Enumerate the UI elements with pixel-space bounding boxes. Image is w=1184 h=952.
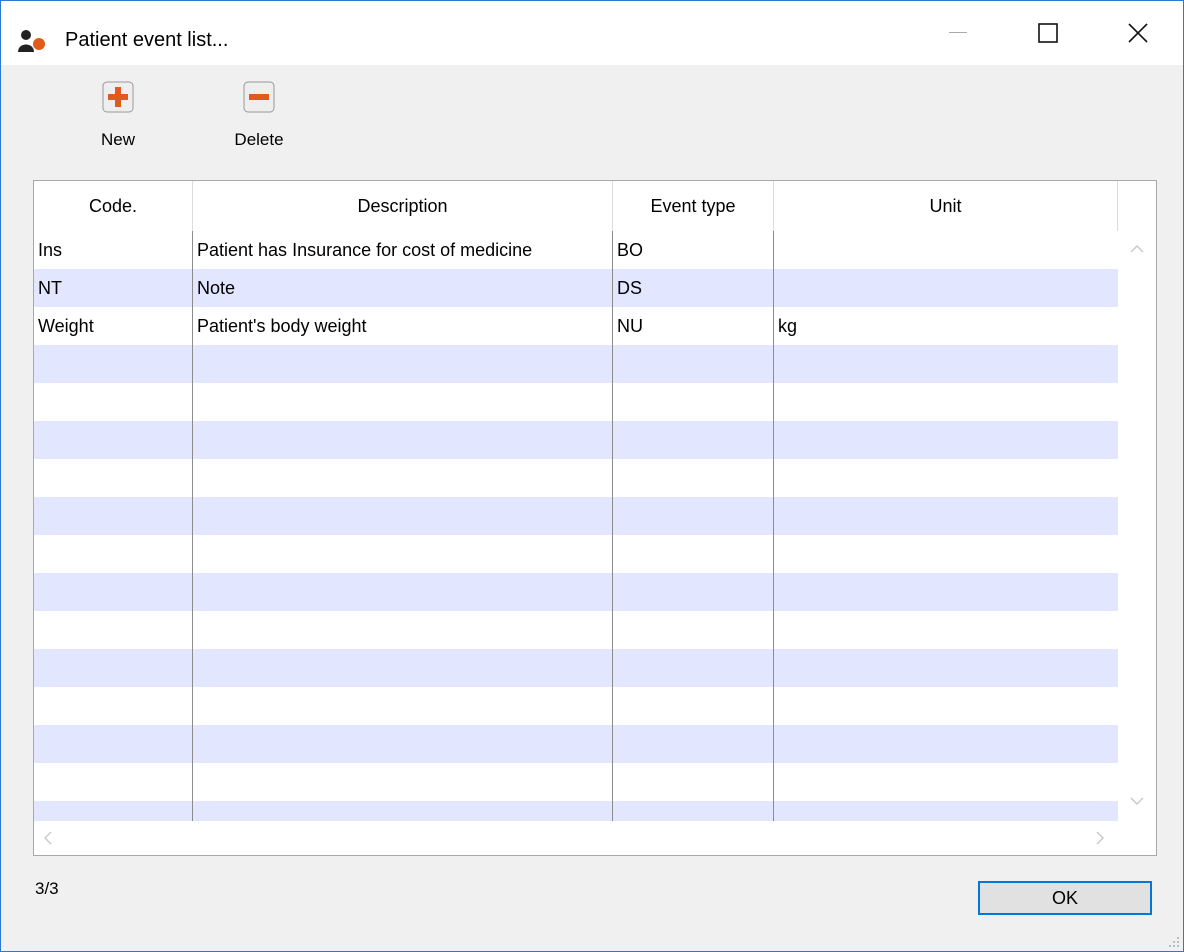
table-row[interactable]: Ins Patient has Insurance for cost of me… bbox=[34, 231, 1118, 269]
empty-row bbox=[34, 497, 1118, 535]
cell-code: Weight bbox=[38, 316, 94, 336]
column-divider bbox=[612, 231, 613, 821]
table-body: Ins Patient has Insurance for cost of me… bbox=[34, 231, 1118, 839]
minimize-button[interactable] bbox=[913, 1, 1003, 65]
empty-row bbox=[34, 383, 1118, 421]
table-row[interactable]: Weight Patient's body weight NU kg bbox=[34, 307, 1118, 345]
column-header-description[interactable]: Description bbox=[193, 181, 613, 231]
cell-description: Note bbox=[197, 278, 236, 298]
maximize-icon bbox=[1038, 23, 1058, 43]
column-divider bbox=[192, 231, 193, 821]
empty-row bbox=[34, 763, 1118, 801]
scroll-down-icon[interactable] bbox=[1130, 797, 1144, 807]
delete-button[interactable]: Delete bbox=[209, 81, 309, 150]
minimize-icon bbox=[949, 32, 967, 33]
empty-row bbox=[34, 345, 1118, 383]
column-divider bbox=[773, 231, 774, 821]
close-button[interactable] bbox=[1093, 1, 1183, 65]
resize-grip-icon[interactable] bbox=[1163, 931, 1181, 949]
scroll-left-icon[interactable] bbox=[42, 831, 52, 845]
cell-description: Patient has Insurance for cost of medici… bbox=[197, 240, 533, 260]
horizontal-scrollbar[interactable] bbox=[34, 821, 1118, 855]
cell-event-type: DS bbox=[617, 278, 643, 298]
title-bar[interactable]: Patient event list... bbox=[1, 1, 1183, 65]
event-table: Code. Description Event type Unit Ins Pa… bbox=[33, 180, 1157, 856]
scrollbar-corner bbox=[1118, 821, 1156, 855]
patient-event-list-window: Patient event list... New Delete Code. D… bbox=[0, 0, 1184, 952]
new-button[interactable]: New bbox=[73, 81, 163, 150]
minus-icon bbox=[243, 81, 275, 113]
table-header: Code. Description Event type Unit bbox=[34, 181, 1118, 231]
cell-code: NT bbox=[38, 278, 62, 298]
ok-button[interactable]: OK bbox=[978, 881, 1152, 915]
window-title: Patient event list... bbox=[65, 29, 229, 51]
cell-unit bbox=[774, 269, 1117, 307]
scroll-right-icon[interactable] bbox=[1096, 831, 1106, 845]
cell-unit: kg bbox=[778, 316, 798, 336]
empty-row bbox=[34, 535, 1118, 573]
empty-row bbox=[34, 725, 1118, 763]
empty-row bbox=[34, 459, 1118, 497]
table-row[interactable]: NT Note DS bbox=[34, 269, 1118, 307]
column-header-code[interactable]: Code. bbox=[34, 181, 193, 231]
close-icon bbox=[1128, 23, 1148, 43]
empty-row bbox=[34, 573, 1118, 611]
cell-code: Ins bbox=[38, 240, 63, 260]
delete-label: Delete bbox=[234, 130, 284, 149]
empty-row bbox=[34, 649, 1118, 687]
empty-row bbox=[34, 687, 1118, 725]
cell-description: Patient's body weight bbox=[197, 316, 367, 336]
empty-row bbox=[34, 421, 1118, 459]
cell-event-type: NU bbox=[617, 316, 643, 336]
vertical-scrollbar[interactable] bbox=[1118, 231, 1156, 821]
maximize-button[interactable] bbox=[1003, 1, 1093, 65]
app-icon bbox=[18, 30, 45, 52]
column-header-event-type[interactable]: Event type bbox=[613, 181, 774, 231]
plus-icon bbox=[102, 81, 134, 113]
cell-event-type: BO bbox=[617, 240, 644, 260]
column-header-unit[interactable]: Unit bbox=[774, 181, 1118, 231]
record-count: 3/3 bbox=[35, 879, 59, 898]
new-label: New bbox=[100, 130, 135, 149]
cell-unit bbox=[774, 231, 1117, 269]
scroll-up-icon[interactable] bbox=[1130, 243, 1144, 253]
empty-row bbox=[34, 611, 1118, 649]
